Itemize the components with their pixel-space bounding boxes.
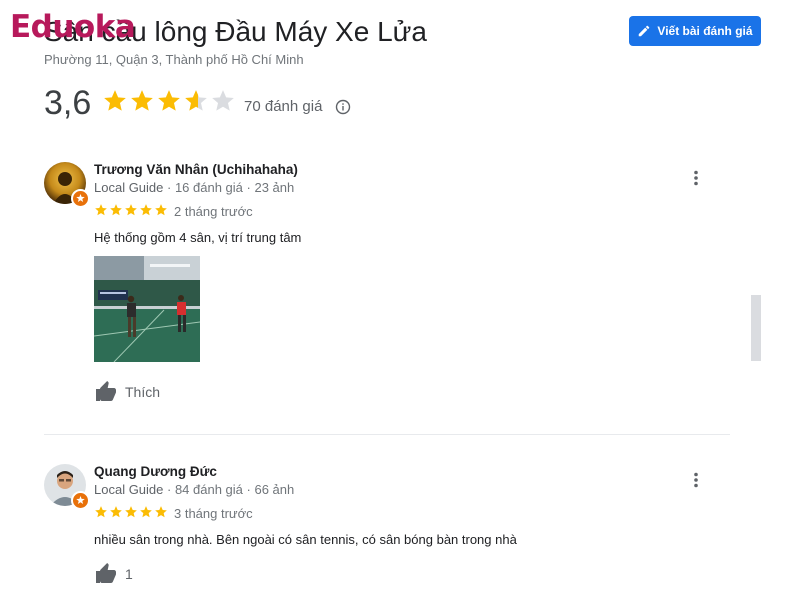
thumbs-up-icon <box>96 563 116 583</box>
like-button[interactable]: Thích <box>94 380 160 404</box>
overall-rating-stars <box>102 88 236 114</box>
more-options-icon[interactable] <box>686 168 706 188</box>
review-photo[interactable] <box>94 256 200 362</box>
star-icon <box>212 90 234 111</box>
scrollbar-thumb[interactable] <box>751 295 761 361</box>
local-guide-label: Local Guide <box>94 482 164 497</box>
star-icon <box>125 506 137 518</box>
info-icon[interactable] <box>335 99 351 115</box>
review-text: Hệ thống gồm 4 sân, vị trí trung tâm <box>94 230 302 245</box>
review-author-meta: Local Guide · 16 đánh giá · 23 ảnh <box>94 180 295 195</box>
star-icon <box>185 90 207 111</box>
local-guide-badge-icon <box>71 189 90 208</box>
review-author-meta: Local Guide · 84 đánh giá · 66 ảnh <box>94 482 295 497</box>
review-divider <box>44 434 730 435</box>
star-icon <box>110 204 122 216</box>
place-address: Phường 11, Quận 3, Thành phố Hồ Chí Minh <box>44 52 304 67</box>
like-count: 1 <box>125 566 133 582</box>
review-item: Quang Dương Đức Local Guide · 84 đánh gi… <box>44 464 734 600</box>
review-item: Trương Văn Nhân (Uchihahaha) Local Guide… <box>44 162 734 412</box>
write-review-button[interactable]: Viết bài đánh giá <box>629 16 761 46</box>
review-time: 2 tháng trước <box>174 204 253 219</box>
local-guide-label: Local Guide <box>94 180 164 195</box>
more-options-icon[interactable] <box>686 470 706 490</box>
author-review-count: 84 đánh giá <box>174 482 243 497</box>
star-icon <box>95 204 107 216</box>
eduoka-watermark-logo: Eduoka <box>10 9 136 45</box>
star-icon <box>95 506 107 518</box>
write-review-label: Viết bài đánh giá <box>657 24 753 38</box>
review-stars <box>94 203 168 217</box>
star-icon <box>125 204 137 216</box>
review-author-name[interactable]: Trương Văn Nhân (Uchihahaha) <box>94 162 298 177</box>
star-icon <box>140 204 152 216</box>
author-photo-count: 66 ảnh <box>254 482 295 497</box>
like-button[interactable]: 1 <box>94 562 133 586</box>
star-icon <box>110 506 122 518</box>
rating-score: 3,6 <box>44 84 92 122</box>
thumbs-up-icon <box>96 381 116 401</box>
author-review-count: 16 đánh giá <box>174 180 243 195</box>
review-time: 3 tháng trước <box>174 506 253 521</box>
star-icon <box>140 506 152 518</box>
star-icon <box>155 204 167 216</box>
review-stars <box>94 505 168 519</box>
star-icon <box>131 90 153 111</box>
star-icon <box>104 90 126 111</box>
rating-count[interactable]: 70 đánh giá <box>244 98 322 115</box>
review-text: nhiều sân trong nhà. Bên ngoài có sân te… <box>94 532 517 547</box>
star-icon <box>158 90 180 111</box>
review-author-name[interactable]: Quang Dương Đức <box>94 464 217 479</box>
pencil-icon <box>639 25 650 37</box>
like-label: Thích <box>125 384 161 400</box>
author-photo-count: 23 ảnh <box>254 180 295 195</box>
local-guide-badge-icon <box>71 491 90 510</box>
star-icon <box>155 506 167 518</box>
